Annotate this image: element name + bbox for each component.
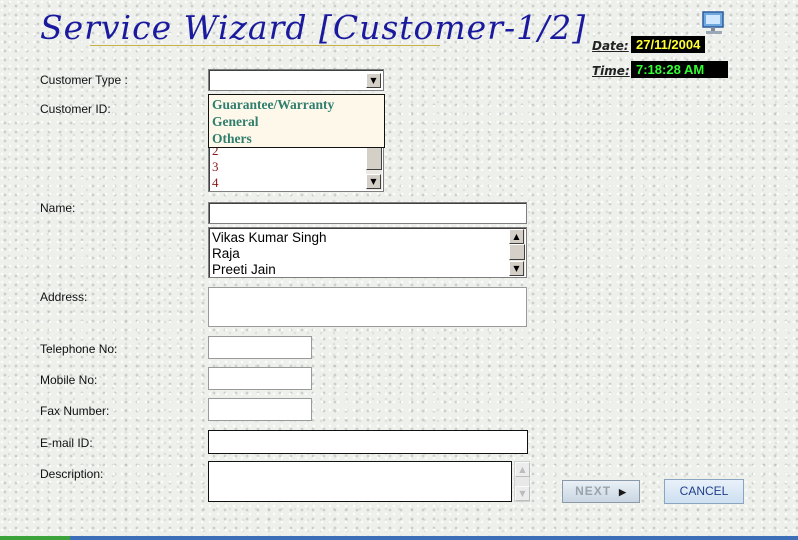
scroll-down-icon[interactable]: ▼	[515, 486, 530, 501]
name-list[interactable]: Vikas Kumar Singh Raja Preeti Jain ▲ ▼	[208, 227, 527, 278]
scroll-down-icon[interactable]: ▼	[366, 174, 381, 189]
page-title: Service Wizard [Customer-1/2]	[40, 8, 587, 47]
name-scrollbar[interactable]: ▲ ▼	[509, 229, 525, 276]
customer-type-dropdown: Guarantee/Warranty General Others	[208, 94, 385, 148]
next-button[interactable]: NEXT ▶	[562, 480, 640, 503]
date-label: Date:	[592, 39, 629, 53]
bottom-accent	[0, 536, 70, 540]
telephone-label: Telephone No:	[40, 342, 118, 356]
dropdown-option[interactable]: General	[212, 113, 259, 130]
list-item[interactable]: Preeti Jain	[212, 262, 276, 278]
date-value: 27/11/2004	[631, 36, 706, 53]
mobile-label: Mobile No:	[40, 373, 98, 387]
address-field[interactable]	[208, 287, 527, 327]
name-input[interactable]	[208, 202, 527, 224]
description-scrollbar[interactable]: ▲ ▼	[514, 461, 530, 502]
name-label: Name:	[40, 201, 76, 215]
customer-type-select[interactable]: ▼	[208, 69, 384, 91]
scroll-down-icon[interactable]: ▼	[509, 261, 524, 276]
time-label: Time:	[592, 64, 630, 78]
scroll-up-icon[interactable]: ▲	[509, 229, 524, 244]
telephone-field[interactable]	[208, 336, 312, 359]
description-label: Description:	[40, 467, 104, 481]
email-field[interactable]	[208, 430, 528, 454]
description-field[interactable]	[208, 461, 512, 502]
customer-type-label: Customer Type :	[40, 73, 128, 87]
bottom-border	[0, 536, 798, 540]
fax-label: Fax Number:	[40, 404, 110, 418]
fax-field[interactable]	[208, 398, 312, 421]
chevron-down-icon[interactable]: ▼	[366, 73, 381, 88]
scroll-thumb[interactable]	[366, 146, 382, 170]
next-label: NEXT	[575, 484, 612, 498]
scroll-thumb[interactable]	[509, 244, 525, 260]
customer-id-label: Customer ID:	[40, 102, 111, 116]
list-item[interactable]: Raja	[212, 246, 240, 262]
mobile-field[interactable]	[208, 367, 312, 390]
list-item[interactable]: Vikas Kumar Singh	[212, 230, 327, 246]
dropdown-option[interactable]: Guarantee/Warranty	[212, 96, 334, 113]
title-underline	[90, 45, 440, 46]
time-value: 7:18:28 AM	[631, 61, 728, 78]
chevron-right-icon: ▶	[615, 487, 627, 497]
list-item[interactable]: 3	[212, 159, 219, 175]
address-label: Address:	[40, 290, 88, 304]
email-label: E-mail ID:	[40, 436, 93, 450]
dropdown-option[interactable]: Others	[212, 130, 252, 147]
computer-monitor-icon	[702, 11, 724, 34]
scroll-up-icon[interactable]: ▲	[515, 462, 530, 477]
list-item[interactable]: 4	[212, 175, 219, 191]
cancel-button[interactable]: CANCEL	[664, 479, 744, 504]
